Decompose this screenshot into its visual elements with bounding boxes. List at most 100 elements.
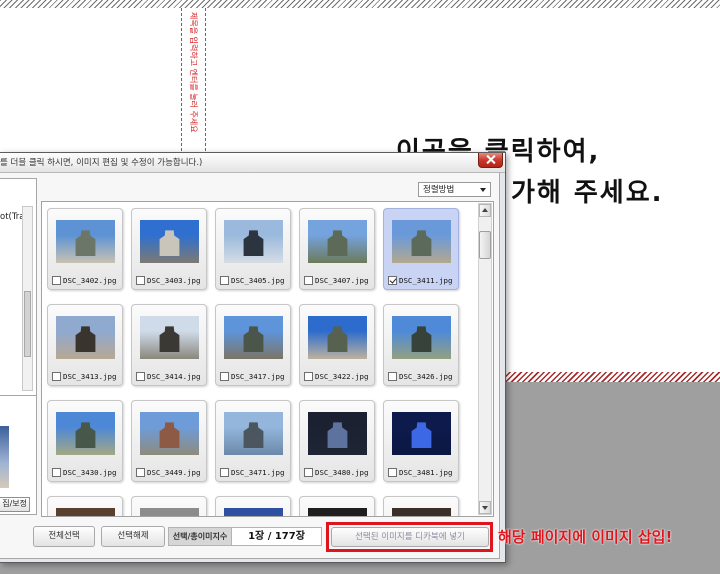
thumbnail-card[interactable]: DSC_3449.jpg — [131, 400, 207, 482]
sort-select-value: 정렬방법 — [423, 185, 455, 195]
thumbnail-image[interactable] — [224, 316, 283, 359]
thumbnail-card[interactable] — [131, 496, 207, 516]
insert-selected-button[interactable]: 선택된 이미지를 디카북에 넣기 — [331, 527, 489, 547]
thumbnail-checkbox[interactable] — [388, 276, 397, 285]
scroll-up-button[interactable] — [479, 204, 491, 217]
thumbnail-image[interactable] — [140, 220, 199, 263]
grid-scrollbar[interactable] — [478, 203, 492, 515]
title-guide-box[interactable]: 제목을 입력하고 엔터를 눌러 주세요 — [181, 8, 206, 156]
page-top-border — [0, 0, 720, 8]
thumbnail-filename: DSC_3426.jpg — [399, 372, 453, 381]
thumbnail-checkbox[interactable] — [52, 372, 61, 381]
thumbnail-subject — [75, 230, 96, 257]
thumbnail-image[interactable] — [56, 412, 115, 455]
thumbnail-image[interactable] — [308, 220, 367, 263]
thumbnail-filename: DSC_3407.jpg — [315, 276, 369, 285]
thumbnail-image[interactable] — [56, 220, 115, 263]
grid-scrollbar-thumb[interactable] — [479, 231, 491, 259]
folder-panel-divider[interactable] — [0, 395, 36, 396]
thumbnail-checkbox[interactable] — [136, 372, 145, 381]
select-all-button[interactable]: 전체선택 — [33, 526, 95, 547]
thumbnail-filename: DSC_3449.jpg — [147, 468, 201, 477]
thumbnail-checkbox[interactable] — [136, 468, 145, 477]
thumbnail-card[interactable]: DSC_3417.jpg — [215, 304, 291, 386]
thumbnail-card[interactable]: DSC_3407.jpg — [299, 208, 375, 290]
thumbnail-card[interactable]: DSC_3403.jpg — [131, 208, 207, 290]
thumbnail-filename: DSC_3403.jpg — [147, 276, 201, 285]
thumbnail-card[interactable]: DSC_3426.jpg — [383, 304, 459, 386]
thumbnail-image[interactable] — [308, 316, 367, 359]
title-guide-text: 제목을 입력하고 엔터를 눌러 주세요 — [189, 12, 198, 133]
thumbnail-checkbox[interactable] — [304, 276, 313, 285]
scroll-down-button[interactable] — [479, 501, 491, 514]
thumbnail-subject — [327, 422, 348, 449]
thumbnail-checkbox[interactable] — [220, 372, 229, 381]
thumbnail-card[interactable] — [47, 496, 123, 516]
thumbnail-filename: DSC_3414.jpg — [147, 372, 201, 381]
thumbnail-image[interactable] — [308, 508, 367, 516]
insert-callout: 해당 페이지에 이미지 삽입! — [498, 528, 673, 546]
thumbnail-image[interactable] — [140, 316, 199, 359]
thumbnail-image[interactable] — [140, 412, 199, 455]
thumbnail-checkbox[interactable] — [388, 372, 397, 381]
thumbnail-checkbox[interactable] — [52, 468, 61, 477]
thumbnail-image[interactable] — [392, 220, 451, 263]
thumbnail-image[interactable] — [140, 508, 199, 516]
sort-select[interactable]: 정렬방법 — [418, 182, 491, 197]
thumbnail-image[interactable] — [56, 316, 115, 359]
thumbnail-checkbox[interactable] — [220, 276, 229, 285]
thumbnail-card[interactable]: DSC_3430.jpg — [47, 400, 123, 482]
thumbnail-subject — [75, 422, 96, 449]
thumbnail-image[interactable] — [392, 316, 451, 359]
thumbnail-checkbox[interactable] — [136, 276, 145, 285]
thumbnail-filename: DSC_3471.jpg — [231, 468, 285, 477]
thumbnail-card[interactable]: DSC_3411.jpg — [383, 208, 459, 290]
selection-count-value: 1장 / 177장 — [232, 527, 322, 546]
thumbnail-card[interactable]: DSC_3414.jpg — [131, 304, 207, 386]
folder-scrollbar[interactable] — [22, 206, 33, 391]
thumbnail-filename: DSC_3480.jpg — [315, 468, 369, 477]
thumbnail-card[interactable]: DSC_3480.jpg — [299, 400, 375, 482]
thumbnail-subject — [159, 422, 180, 449]
folder-scrollbar-thumb[interactable] — [24, 291, 31, 357]
chevron-down-icon — [480, 188, 486, 192]
thumbnail-checkbox[interactable] — [52, 276, 61, 285]
thumbnail-image[interactable] — [56, 508, 115, 516]
thumbnail-image[interactable] — [308, 412, 367, 455]
thumbnail-card[interactable]: DSC_3413.jpg — [47, 304, 123, 386]
thumbnail-filename: DSC_3402.jpg — [63, 276, 117, 285]
thumbnail-card[interactable] — [215, 496, 291, 516]
thumbnail-checkbox[interactable] — [388, 468, 397, 477]
triangle-down-icon — [482, 506, 488, 510]
thumbnail-checkbox[interactable] — [220, 468, 229, 477]
thumbnail-filename: DSC_3411.jpg — [399, 276, 453, 285]
thumbnail-image[interactable] — [392, 412, 451, 455]
deselect-button[interactable]: 선택해제 — [101, 526, 165, 547]
thumbnail-card[interactable] — [383, 496, 459, 516]
close-button[interactable] — [478, 153, 503, 168]
thumbnail-image[interactable] — [224, 508, 283, 516]
thumbnail-image[interactable] — [224, 412, 283, 455]
close-icon — [486, 155, 495, 164]
dialog-body: 정렬방법 ot(Tran 집/보정 DSC_3402.jpg DSC_3403.… — [0, 173, 500, 559]
thumbnail-checkbox[interactable] — [304, 372, 313, 381]
thumbnail-card[interactable] — [299, 496, 375, 516]
selection-count-label: 선택/총이미지수 — [168, 527, 232, 546]
image-picker-dialog: 를 더블 클릭 하시면, 이미지 편집 및 수정이 가능합니다.) 정렬방법 o… — [0, 152, 506, 563]
thumbnail-checkbox[interactable] — [304, 468, 313, 477]
thumbnail-card[interactable]: DSC_3402.jpg — [47, 208, 123, 290]
thumbnail-image[interactable] — [392, 508, 451, 516]
thumbnail-image[interactable] — [224, 220, 283, 263]
dialog-title: 를 더블 클릭 하시면, 이미지 편집 및 수정이 가능합니다.) — [0, 158, 203, 168]
thumbnail-card[interactable]: DSC_3405.jpg — [215, 208, 291, 290]
dialog-titlebar[interactable]: 를 더블 클릭 하시면, 이미지 편집 및 수정이 가능합니다.) — [0, 153, 505, 173]
thumbnail-card[interactable]: DSC_3471.jpg — [215, 400, 291, 482]
thumbnail-card[interactable]: DSC_3481.jpg — [383, 400, 459, 482]
photo-hint-line-2[interactable]: 가해 주세요. — [511, 178, 664, 208]
edit-button[interactable]: 집/보정 — [0, 497, 30, 512]
thumbnail-grid: DSC_3402.jpg DSC_3403.jpg DSC_3405.jpg DSC_… — [41, 201, 494, 517]
thumbnail-filename: DSC_3405.jpg — [231, 276, 285, 285]
thumbnail-subject — [243, 326, 264, 353]
thumbnail-card[interactable]: DSC_3422.jpg — [299, 304, 375, 386]
thumbnail-subject — [75, 326, 96, 353]
